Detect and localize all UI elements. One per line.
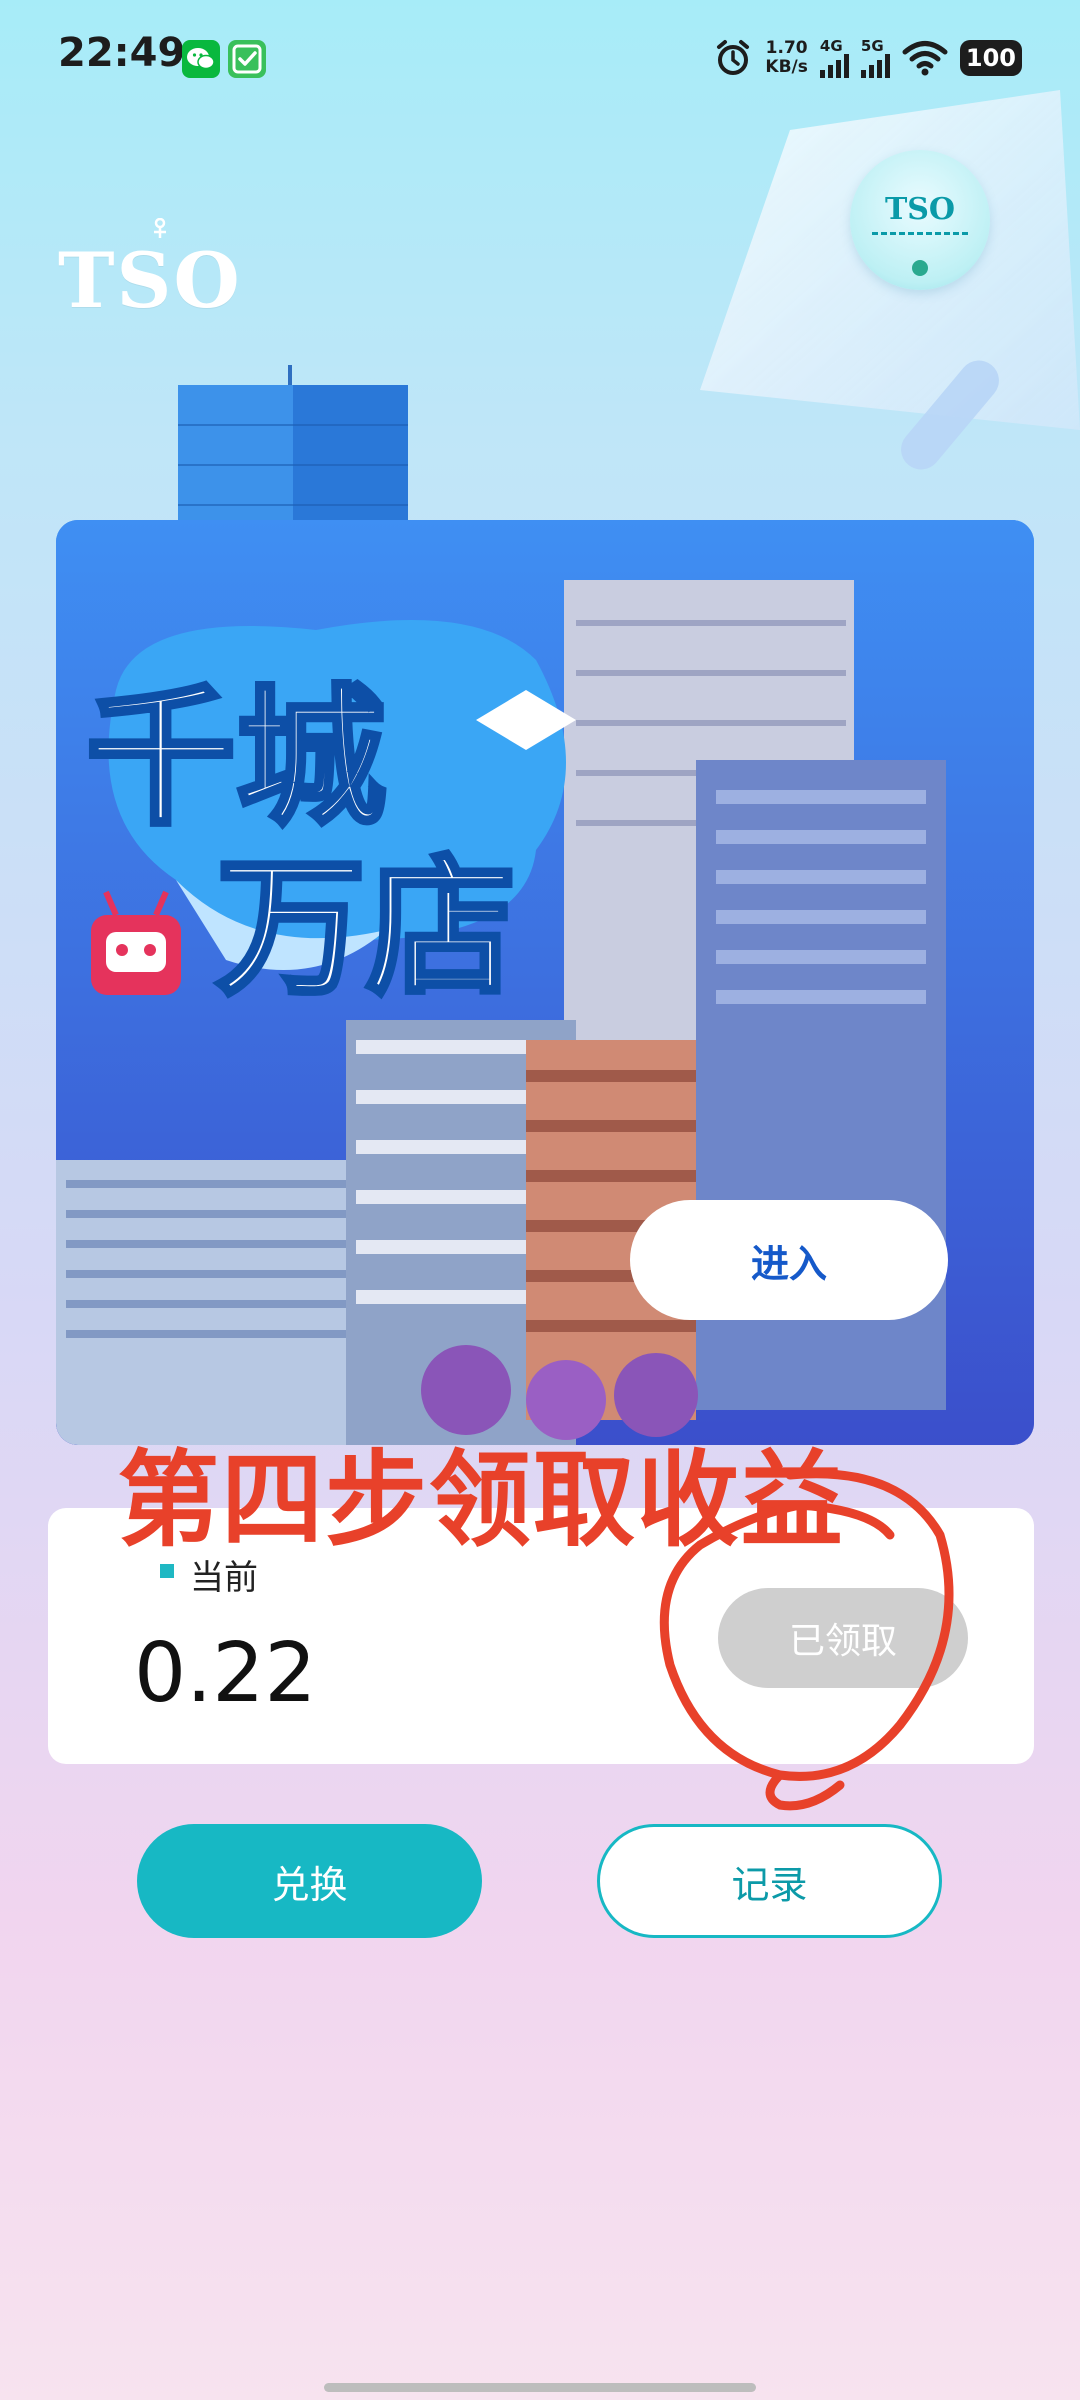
avatar-logo-text: TSO (884, 192, 956, 227)
net-speed-value: 1.70 (765, 38, 808, 58)
current-value: 0.22 (134, 1626, 317, 1721)
home-indicator[interactable] (324, 2383, 756, 2392)
enter-button[interactable]: 进入 (630, 1200, 948, 1320)
signal-bars-icon (860, 54, 890, 78)
signal-bars-icon (819, 54, 849, 78)
annotation-text: 第四步领取收益 (117, 1439, 845, 1561)
status-indicators: 1.70 KB/s 4G 5G 100 (713, 36, 1022, 80)
avatar-wave-line (872, 232, 968, 239)
exchange-button[interactable]: 兑换 (137, 1824, 482, 1938)
record-button[interactable]: 记录 (597, 1824, 942, 1938)
hero-banner[interactable]: 千城 万店 进入 (56, 520, 1034, 1445)
user-avatar[interactable]: TSO (850, 150, 990, 290)
avatar-badge-icon (912, 260, 928, 276)
wifi-icon (902, 41, 948, 76)
check-icon (228, 40, 266, 78)
hero-title-line1: 千城 (86, 672, 386, 846)
net-speed: 1.70 KB/s (765, 39, 807, 77)
status-time: 22:49 (58, 30, 186, 76)
hero-title-line2: 万店 (216, 842, 516, 1016)
signal-4g-label: 4G (819, 37, 843, 55)
net-speed-unit: KB/s (765, 57, 808, 77)
current-marker-icon (160, 1564, 174, 1578)
brand-logo: TSO (58, 236, 242, 325)
claimed-button[interactable]: 已领取 (718, 1588, 968, 1688)
signal-5g: 5G (860, 37, 890, 78)
signal-5g-label: 5G (860, 37, 884, 55)
wechat-icon (182, 40, 220, 78)
battery-indicator: 100 (959, 40, 1022, 76)
signal-4g: 4G (819, 37, 849, 78)
alarm-icon (717, 40, 750, 75)
